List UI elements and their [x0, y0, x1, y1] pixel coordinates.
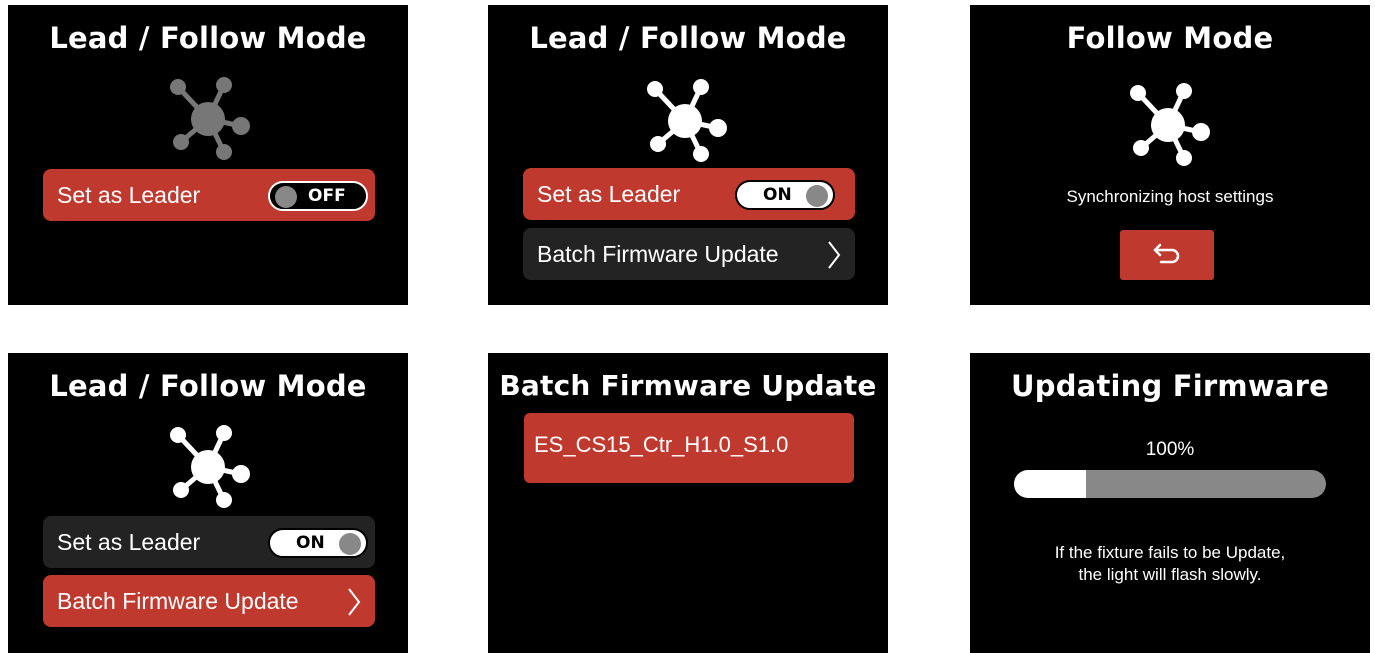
screen-title: Lead / Follow Mode: [49, 369, 367, 403]
screen-lead-follow-firmware-selected: Lead / Follow Mode Set as Leader ON Batc…: [8, 353, 408, 653]
network-hub-icon: [1126, 81, 1216, 171]
network-hub-icon: [166, 423, 256, 513]
screen-updating-firmware: Updating Firmware 100% If the fixture fa…: [970, 353, 1370, 653]
screen-title: Updating Firmware: [1011, 369, 1329, 403]
toggle-knob: [275, 186, 297, 208]
screen-title: Follow Mode: [1066, 21, 1274, 55]
leader-toggle[interactable]: OFF: [268, 181, 368, 211]
failure-note-line-2: the light will flash slowly.: [1078, 565, 1262, 584]
progress-bar-fill: [1014, 470, 1086, 498]
batch-firmware-update-row[interactable]: Batch Firmware Update: [523, 228, 855, 280]
toggle-knob: [339, 533, 361, 555]
back-arrow-icon: [1152, 242, 1182, 269]
leader-toggle[interactable]: ON: [268, 528, 368, 558]
set-as-leader-row[interactable]: Set as Leader ON: [43, 516, 375, 568]
leader-toggle[interactable]: ON: [735, 180, 835, 210]
toggle-state-text: OFF: [308, 186, 346, 206]
progress-percent: 100%: [1145, 439, 1195, 460]
screen-follow-mode: Follow Mode Synchronizing host settings: [970, 5, 1370, 305]
network-hub-icon: [166, 75, 256, 165]
sync-status-message: Synchronizing host settings: [1066, 187, 1274, 206]
chevron-right-icon: [347, 587, 361, 623]
screen-lead-follow-off: Lead / Follow Mode Set as Leader OFF: [8, 5, 408, 305]
screen-lead-follow-on: Lead / Follow Mode Set as Leader ON Batc…: [488, 5, 888, 305]
chevron-right-icon: [827, 240, 841, 276]
toggle-state-text: ON: [296, 533, 325, 553]
toggle-knob: [806, 185, 828, 207]
toggle-state-text: ON: [763, 185, 792, 205]
failure-note-line-1: If the fixture fails to be Update,: [1054, 543, 1286, 562]
screen-title: Lead / Follow Mode: [529, 21, 847, 55]
screen-batch-firmware-update: Batch Firmware Update ES_CS15_Ctr_H1.0_S…: [488, 353, 888, 653]
batch-firmware-update-label: Batch Firmware Update: [537, 240, 779, 267]
progress-bar: [1014, 470, 1326, 498]
batch-firmware-update-row[interactable]: Batch Firmware Update: [43, 575, 375, 627]
network-hub-icon: [643, 77, 733, 167]
batch-firmware-update-label: Batch Firmware Update: [57, 587, 299, 614]
set-as-leader-row[interactable]: Set as Leader OFF: [43, 169, 375, 221]
screen-title: Batch Firmware Update: [499, 369, 877, 402]
set-as-leader-row[interactable]: Set as Leader ON: [523, 168, 855, 220]
screen-title: Lead / Follow Mode: [49, 21, 367, 55]
firmware-list-item[interactable]: ES_CS15_Ctr_H1.0_S1.0: [524, 413, 854, 483]
back-button[interactable]: [1120, 230, 1214, 280]
